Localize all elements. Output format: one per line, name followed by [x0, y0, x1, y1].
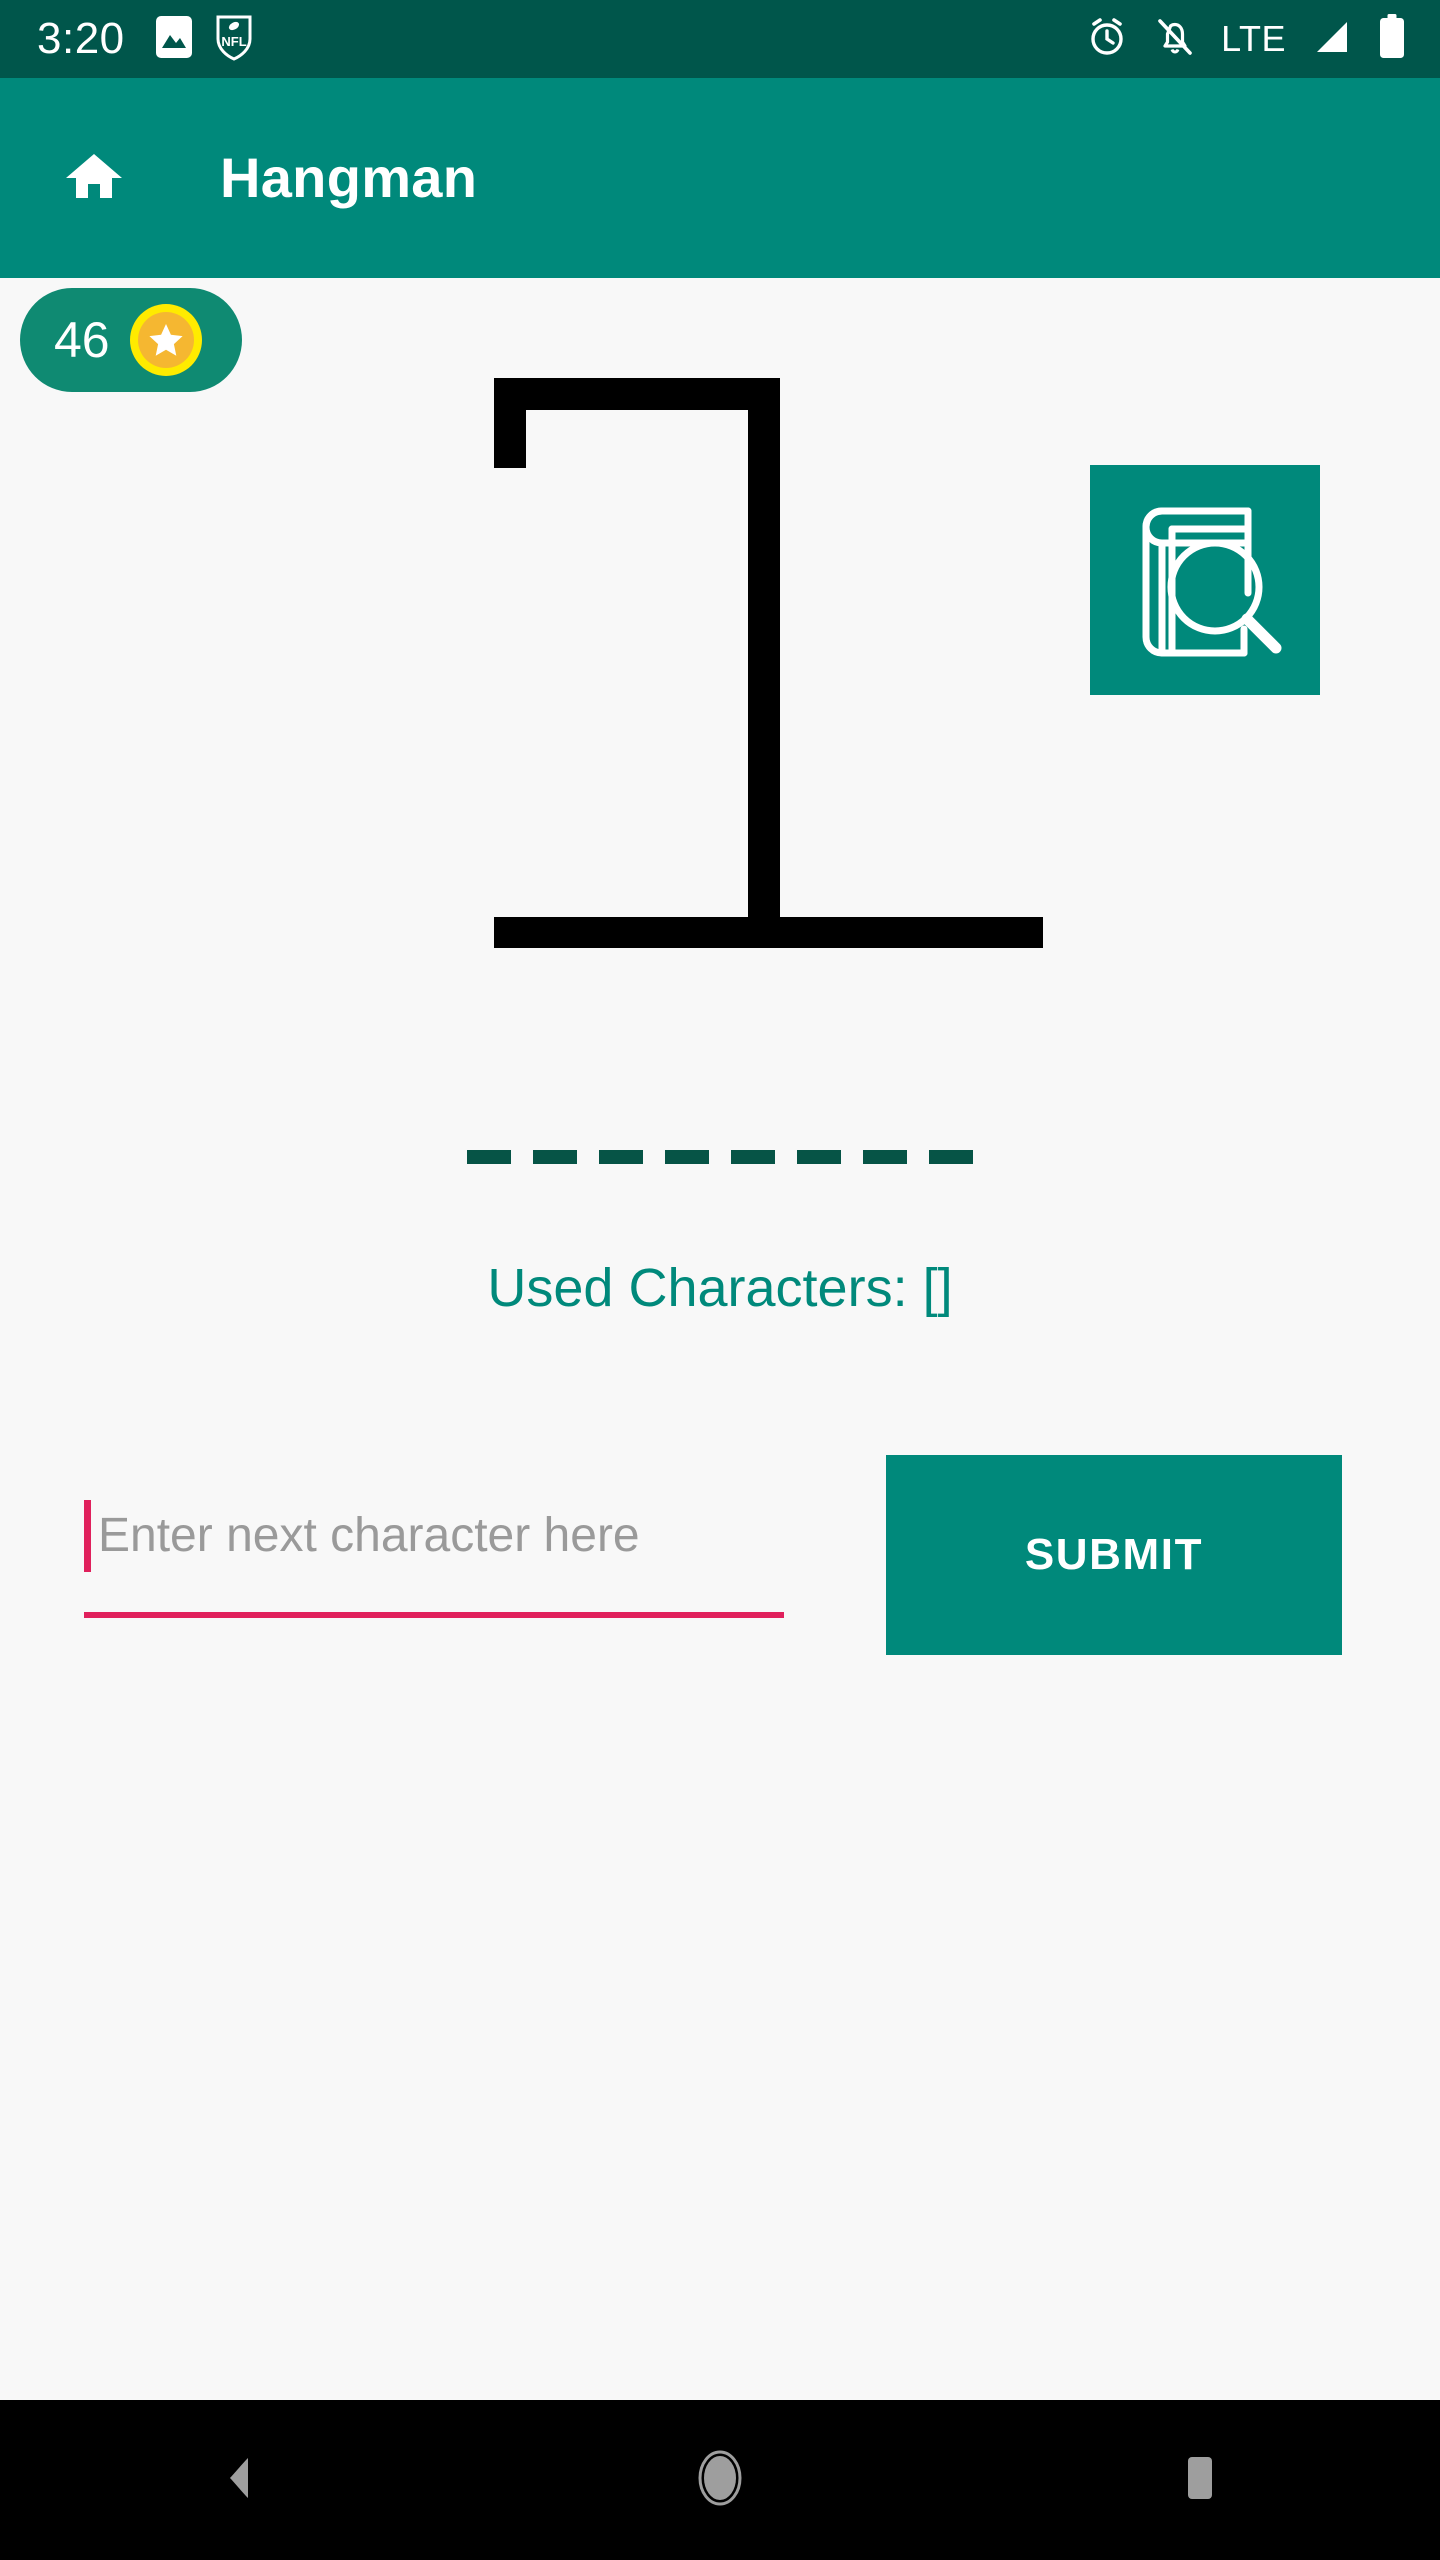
word-blank: [533, 1150, 577, 1164]
word-blanks: [0, 1150, 1440, 1164]
input-row: Enter next character here SUBMIT: [0, 1455, 1440, 1675]
word-blank: [467, 1150, 511, 1164]
character-input[interactable]: Enter next character here: [84, 1470, 784, 1630]
word-blank: [599, 1150, 643, 1164]
dictionary-button[interactable]: [1090, 465, 1320, 695]
used-characters-label: Used Characters: []: [487, 1258, 953, 1318]
recents-icon: [1173, 2451, 1227, 2510]
word-blank: [929, 1150, 973, 1164]
word-blank: [863, 1150, 907, 1164]
text-cursor: [84, 1500, 91, 1572]
input-underline: [84, 1612, 784, 1618]
nav-recents-button[interactable]: [1120, 2400, 1280, 2560]
word-blank: [665, 1150, 709, 1164]
home-circle-icon: [688, 2446, 752, 2515]
submit-button[interactable]: SUBMIT: [886, 1455, 1342, 1655]
app-screen: 3:20 NFL LTE Hangman 46 Used Characters:…: [0, 0, 1440, 2560]
back-icon: [212, 2450, 268, 2511]
word-blank: [797, 1150, 841, 1164]
book-search-icon: [1116, 489, 1294, 672]
nav-home-button[interactable]: [640, 2400, 800, 2560]
word-blank: [731, 1150, 775, 1164]
nav-back-button[interactable]: [160, 2400, 320, 2560]
character-input-placeholder: Enter next character here: [98, 1509, 640, 1562]
system-navigation-bar: [0, 2400, 1440, 2560]
